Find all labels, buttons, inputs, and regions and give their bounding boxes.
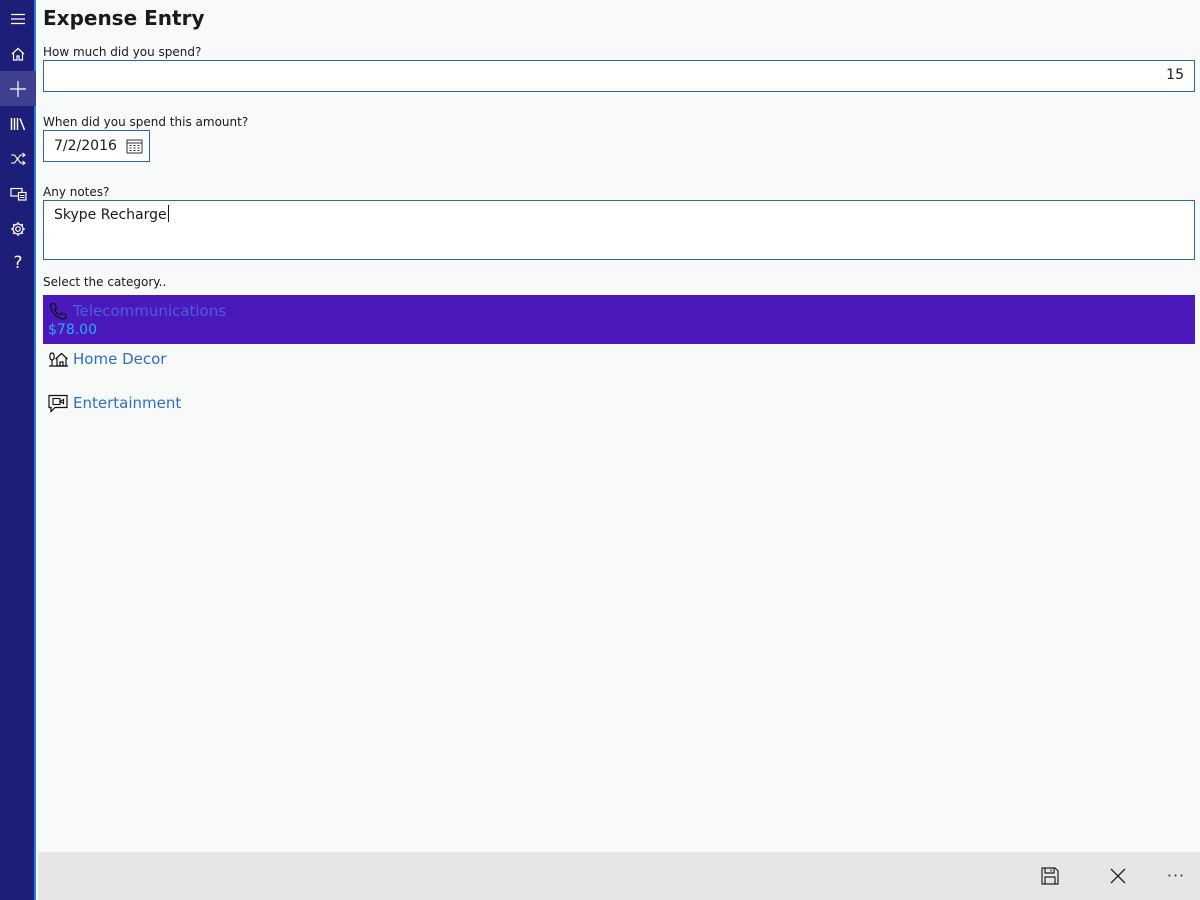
page-title: Expense Entry <box>43 6 205 30</box>
command-bar: ··· <box>38 852 1200 900</box>
nav-help-button[interactable]: ? <box>0 246 36 281</box>
notes-input[interactable]: Skype Recharge <box>43 200 1195 260</box>
nav-settings-button[interactable] <box>0 211 36 246</box>
category-label: Select the category.. <box>43 275 167 289</box>
nav-library-button[interactable] <box>0 106 36 141</box>
category-name: Home Decor <box>73 350 167 368</box>
amount-value: 15 <box>1166 67 1184 83</box>
date-value: 7/2/2016 <box>54 138 117 154</box>
calendar-icon[interactable] <box>126 138 143 154</box>
amount-label: How much did you spend? <box>43 45 202 59</box>
nav-shuffle-button[interactable] <box>0 141 36 176</box>
amount-input[interactable]: 15 <box>43 60 1195 92</box>
notes-value: Skype Recharge <box>54 205 169 223</box>
category-name: Telecommunications <box>73 302 227 320</box>
help-icon: ? <box>13 253 23 273</box>
nav-add-button[interactable] <box>0 71 36 106</box>
cancel-button[interactable] <box>1106 864 1130 888</box>
hamburger-menu-icon <box>11 13 25 24</box>
more-icon: ··· <box>1166 866 1186 885</box>
more-options-button[interactable]: ··· <box>1164 864 1188 888</box>
devices-icon <box>9 187 27 201</box>
hamburger-menu-button[interactable] <box>0 1 36 36</box>
home-decor-icon <box>48 349 68 369</box>
home-icon <box>11 47 25 61</box>
date-picker[interactable]: 7/2/2016 <box>43 130 150 162</box>
add-icon <box>10 80 26 97</box>
category-amount: $78.00 <box>48 322 97 338</box>
save-button[interactable] <box>1038 864 1062 888</box>
nav-rail: ? <box>0 0 36 900</box>
close-icon <box>1110 868 1126 884</box>
category-name: Entertainment <box>73 394 182 412</box>
save-icon <box>1041 867 1059 885</box>
category-item-entertainment[interactable]: Entertainment <box>43 392 1195 416</box>
category-item-telecommunications[interactable]: Telecommunications $78.00 <box>43 295 1195 344</box>
library-icon <box>10 117 26 130</box>
notes-label: Any notes? <box>43 185 110 199</box>
text-caret <box>167 205 169 222</box>
shuffle-icon <box>11 152 26 165</box>
category-item-home-decor[interactable]: Home Decor <box>43 348 1195 372</box>
nav-devices-button[interactable] <box>0 176 36 211</box>
date-label: When did you spend this amount? <box>43 115 249 129</box>
nav-home-button[interactable] <box>0 36 36 71</box>
settings-icon <box>11 221 25 236</box>
entertainment-icon <box>48 393 68 413</box>
phone-icon <box>48 301 68 321</box>
